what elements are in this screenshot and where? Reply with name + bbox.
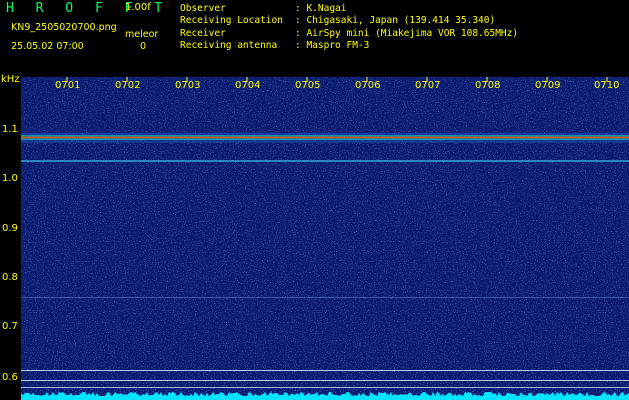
x-tick-label: 0706 (355, 80, 381, 91)
x-tick-label: 0709 (535, 80, 561, 91)
y-unit-label: kHz (1, 74, 20, 85)
x-tick-label: 0704 (235, 80, 261, 91)
waterfall-canvas (21, 77, 629, 400)
reference-line (21, 370, 629, 371)
x-tick-label: 0708 (475, 80, 501, 91)
y-tick-label: 0.8 (2, 272, 18, 283)
antenna-value: Maspro FM-3 (306, 39, 370, 51)
x-tick-label: 0710 (594, 80, 620, 91)
y-tick-label: 1.1 (2, 124, 18, 135)
location-colon: : (295, 15, 307, 27)
receiver-colon: : (295, 27, 307, 39)
waterfall-noise (21, 77, 629, 400)
location-label: Receiving Location (180, 15, 283, 27)
antenna-colon: : (295, 39, 307, 51)
location-value: Chigasaki, Japan (139.414 35.340) (306, 15, 496, 27)
observer-colon: : (295, 3, 307, 14)
x-tick-label: 0705 (295, 80, 321, 91)
observer-label: Observer (180, 3, 226, 14)
carrier-line (21, 136, 629, 139)
meteor-count: 0 (140, 41, 147, 52)
receiver-label: Receiver (180, 27, 226, 39)
file-name: KN9_2505020700.png (11, 22, 117, 33)
observer-row: Observer: K.Nagai (180, 3, 518, 15)
receiver-value: AirSpy mini (Miakejima VOR 108.65MHz) (306, 27, 519, 39)
timestamp: 25.05.02 07:00 (11, 41, 84, 52)
x-tick-label: 0707 (415, 80, 441, 91)
y-tick-label: 1.0 (2, 173, 18, 184)
observer-value: K.Nagai (306, 3, 347, 14)
reference-line (21, 380, 629, 381)
y-tick-label: 0.6 (2, 372, 18, 383)
mode-label: meleor (125, 29, 159, 40)
x-tick-label: 0703 (175, 80, 201, 91)
header: H R O F F T 1.00f KN9_2505020700.png mel… (0, 0, 629, 72)
y-tick-label: 0.7 (2, 321, 18, 332)
x-tick-label: 0701 (55, 80, 81, 91)
y-tick-label: 0.9 (2, 223, 18, 234)
faint-line (21, 297, 629, 298)
station-info: Observer: K.Nagai Receiving Location: Ch… (180, 3, 518, 52)
version-label: 1.00f (125, 2, 151, 13)
antenna-label: Receiving antenna (180, 39, 278, 51)
x-tick-label: 0702 (115, 80, 141, 91)
secondary-line (21, 160, 629, 162)
location-row: Receiving Location: Chigasaki, Japan (13… (180, 15, 518, 27)
antenna-row: Receiving antenna: Maspro FM-3 (180, 40, 518, 52)
reference-line (21, 387, 629, 388)
receiver-row: Receiver: AirSpy mini (Miakejima VOR 108… (180, 28, 518, 40)
waterfall-spectrogram (21, 77, 629, 400)
